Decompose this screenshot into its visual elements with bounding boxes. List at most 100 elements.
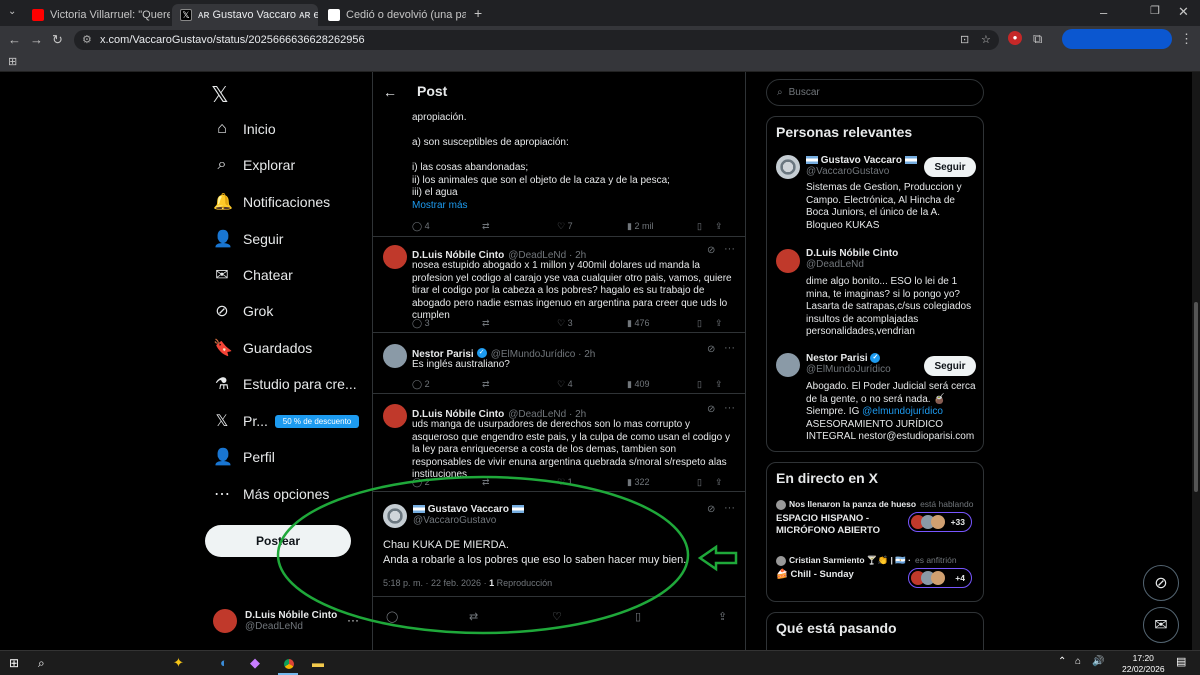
nav-item-x-logo[interactable]: 𝕏 Pr... bbox=[213, 411, 268, 431]
menu-icon[interactable]: ⋮ bbox=[1180, 32, 1193, 45]
account-avatar[interactable] bbox=[213, 609, 237, 633]
nav-item-person[interactable]: 👤 Perfil bbox=[213, 447, 275, 467]
bio-link[interactable]: @elmundojurídico bbox=[862, 406, 943, 417]
retweet-icon[interactable]: ⇄ bbox=[482, 379, 557, 390]
nav-item-mail[interactable]: ✉ Chatear bbox=[213, 265, 293, 285]
search-box[interactable]: ⌕ Buscar bbox=[766, 79, 984, 106]
nav-item-grok[interactable]: ⊘ Grok bbox=[213, 301, 273, 321]
windows-start-icon[interactable]: ⊞ bbox=[9, 657, 19, 669]
bell-icon: 🔔 bbox=[213, 194, 233, 211]
space-listeners-pill[interactable]: +4 bbox=[908, 568, 972, 588]
person-avatar[interactable] bbox=[776, 353, 800, 377]
forward-icon[interactable]: → bbox=[30, 33, 43, 46]
back-icon[interactable]: ← bbox=[8, 33, 21, 46]
grok-icon[interactable]: ⊘ bbox=[707, 404, 715, 415]
grok-icon[interactable]: ⊘ bbox=[707, 245, 715, 256]
share-icon[interactable]: ⇪ bbox=[715, 221, 723, 232]
host-avatar[interactable] bbox=[776, 500, 786, 510]
show-more-link[interactable]: Mostrar más bbox=[412, 200, 737, 213]
copilot-app-icon[interactable]: ◆ bbox=[250, 656, 260, 669]
person-header[interactable]: Nestor Parisi ✓ @ElMundoJurídico bbox=[806, 353, 891, 375]
youtube-favicon-icon bbox=[32, 9, 44, 21]
bio-text: ASESORAMIENTO JURÍDICO INTEGRAL nestor@e… bbox=[806, 418, 975, 443]
notifications-icon[interactable]: ▤ bbox=[1176, 657, 1186, 668]
clock[interactable]: 17:20 22/02/2026 bbox=[1122, 653, 1165, 675]
space-title[interactable]: ESPACIO HISPANO - MICRÓFONO ABIERTO bbox=[776, 513, 904, 537]
more-icon[interactable]: ··· bbox=[724, 342, 735, 354]
minimize-icon[interactable]: – bbox=[1100, 6, 1107, 19]
messages-fab-icon[interactable]: ✉ bbox=[1143, 607, 1179, 643]
more-icon[interactable]: ··· bbox=[724, 243, 735, 255]
extension-icon[interactable]: ● bbox=[1008, 31, 1022, 45]
space-host[interactable]: Cristian Sarmiento 🍸👏 | 🇦🇷 · bbox=[789, 555, 911, 565]
reply-count[interactable]: ◯ 3 bbox=[412, 318, 482, 329]
edge-icon[interactable]: ◐ bbox=[220, 656, 228, 669]
back-arrow-icon[interactable]: ← bbox=[383, 84, 397, 100]
site-info-icon[interactable]: ⚙ bbox=[82, 33, 92, 46]
bookmark-icon[interactable]: ▯ bbox=[697, 379, 715, 390]
tray-chevron-icon[interactable]: ⌃ bbox=[1058, 657, 1066, 667]
space-title[interactable]: 🍰 Chill - Sunday bbox=[776, 569, 904, 581]
grok-fab-icon[interactable]: ⊘ bbox=[1143, 565, 1179, 601]
extensions-puzzle-icon[interactable]: ⧉ bbox=[1033, 32, 1042, 45]
file-explorer-icon[interactable]: ▬ bbox=[312, 657, 324, 669]
nav-item-bookmark[interactable]: 🔖 Guardados bbox=[213, 338, 312, 358]
network-icon[interactable]: ⌂ bbox=[1075, 657, 1081, 667]
reply-avatar[interactable] bbox=[383, 404, 407, 428]
nav-item-add-person[interactable]: 👤 Seguir bbox=[213, 229, 283, 249]
person-avatar[interactable] bbox=[776, 249, 800, 273]
space-listeners-pill[interactable]: +33 bbox=[908, 512, 972, 532]
reply-count[interactable]: ◯ 4 bbox=[412, 221, 482, 232]
volume-icon[interactable]: 🔊 bbox=[1092, 657, 1104, 667]
host-avatar[interactable] bbox=[776, 556, 786, 566]
x-logo-icon[interactable]: 𝕏 bbox=[211, 82, 229, 108]
space-host[interactable]: Nos llenaron la panza de hueso bbox=[789, 499, 916, 509]
share-icon[interactable]: ⇪ bbox=[715, 318, 723, 329]
view-count[interactable]: ▮ 476 bbox=[627, 318, 697, 329]
scrollbar[interactable] bbox=[1192, 72, 1200, 650]
listener-avatar bbox=[931, 515, 945, 529]
view-count[interactable]: ▮ 409 bbox=[627, 379, 697, 390]
tab-1[interactable]: Victoria Villarruel: "Queremos b bbox=[24, 4, 170, 26]
install-icon[interactable]: ⊡ bbox=[960, 33, 969, 46]
reply-count[interactable]: ◯ 2 bbox=[412, 379, 482, 390]
profile-button[interactable] bbox=[1062, 29, 1172, 49]
scrollbar-thumb[interactable] bbox=[1194, 302, 1198, 492]
nav-item-search[interactable]: ⌕ Explorar bbox=[213, 156, 296, 174]
bookmark-icon[interactable]: ▯ bbox=[697, 221, 715, 232]
reload-icon[interactable]: ↻ bbox=[52, 33, 63, 46]
grok-icon[interactable]: ⊘ bbox=[707, 344, 715, 355]
retweet-icon[interactable]: ⇄ bbox=[482, 221, 557, 232]
follow-button[interactable]: Seguir bbox=[924, 356, 976, 376]
view-count[interactable]: ▮ 2 mil bbox=[627, 221, 697, 232]
person-header[interactable]: D.Luis Nóbile Cinto @DeadLeNd bbox=[806, 248, 898, 270]
bookmark-star-icon[interactable]: ☆ bbox=[981, 33, 991, 46]
new-tab-icon[interactable]: + bbox=[474, 6, 482, 20]
nav-item-bell[interactable]: 🔔 Notificaciones bbox=[213, 192, 330, 212]
nav-item-home[interactable]: ⌂ Inicio bbox=[213, 120, 276, 138]
taskbar-search-icon[interactable]: ⌕ bbox=[38, 657, 45, 669]
tab-2[interactable]: 𝕏 ᴀʀ Gustavo Vaccaro ᴀʀ en X: "© × bbox=[172, 4, 318, 26]
chrome-icon[interactable] bbox=[280, 655, 298, 673]
bookmark-icon[interactable]: ▯ bbox=[697, 318, 715, 329]
nav-label: Grok bbox=[243, 303, 274, 319]
restore-icon[interactable]: ❐ bbox=[1150, 6, 1160, 17]
person-avatar[interactable] bbox=[776, 155, 800, 179]
apps-grid-icon[interactable]: ⊞ bbox=[8, 57, 17, 68]
reply-avatar[interactable] bbox=[383, 344, 407, 368]
share-icon[interactable]: ⇪ bbox=[715, 379, 723, 390]
tab-3[interactable]: Cedió o devolvió (una parte) - L × bbox=[320, 4, 466, 26]
nav-item-flask[interactable]: ⚗ Estudio para cre... bbox=[213, 374, 357, 394]
close-window-icon[interactable]: ✕ bbox=[1178, 5, 1189, 18]
copilot-icon[interactable]: ✦ bbox=[173, 656, 184, 669]
reply-avatar[interactable] bbox=[383, 245, 407, 269]
retweet-icon[interactable]: ⇄ bbox=[482, 318, 557, 329]
like-count[interactable]: ♡ 3 bbox=[557, 318, 627, 329]
more-icon[interactable]: ··· bbox=[724, 402, 735, 414]
person-header[interactable]: Gustavo Vaccaro @VaccaroGustavo bbox=[806, 155, 917, 177]
like-count[interactable]: ♡ 7 bbox=[557, 221, 627, 232]
like-count[interactable]: ♡ 4 bbox=[557, 379, 627, 390]
tab-search-icon[interactable]: ⌄ bbox=[8, 7, 16, 17]
address-bar[interactable]: ⚙ x.com/VaccaroGustavo/status/2025666636… bbox=[74, 30, 999, 50]
follow-button[interactable]: Seguir bbox=[924, 157, 976, 177]
